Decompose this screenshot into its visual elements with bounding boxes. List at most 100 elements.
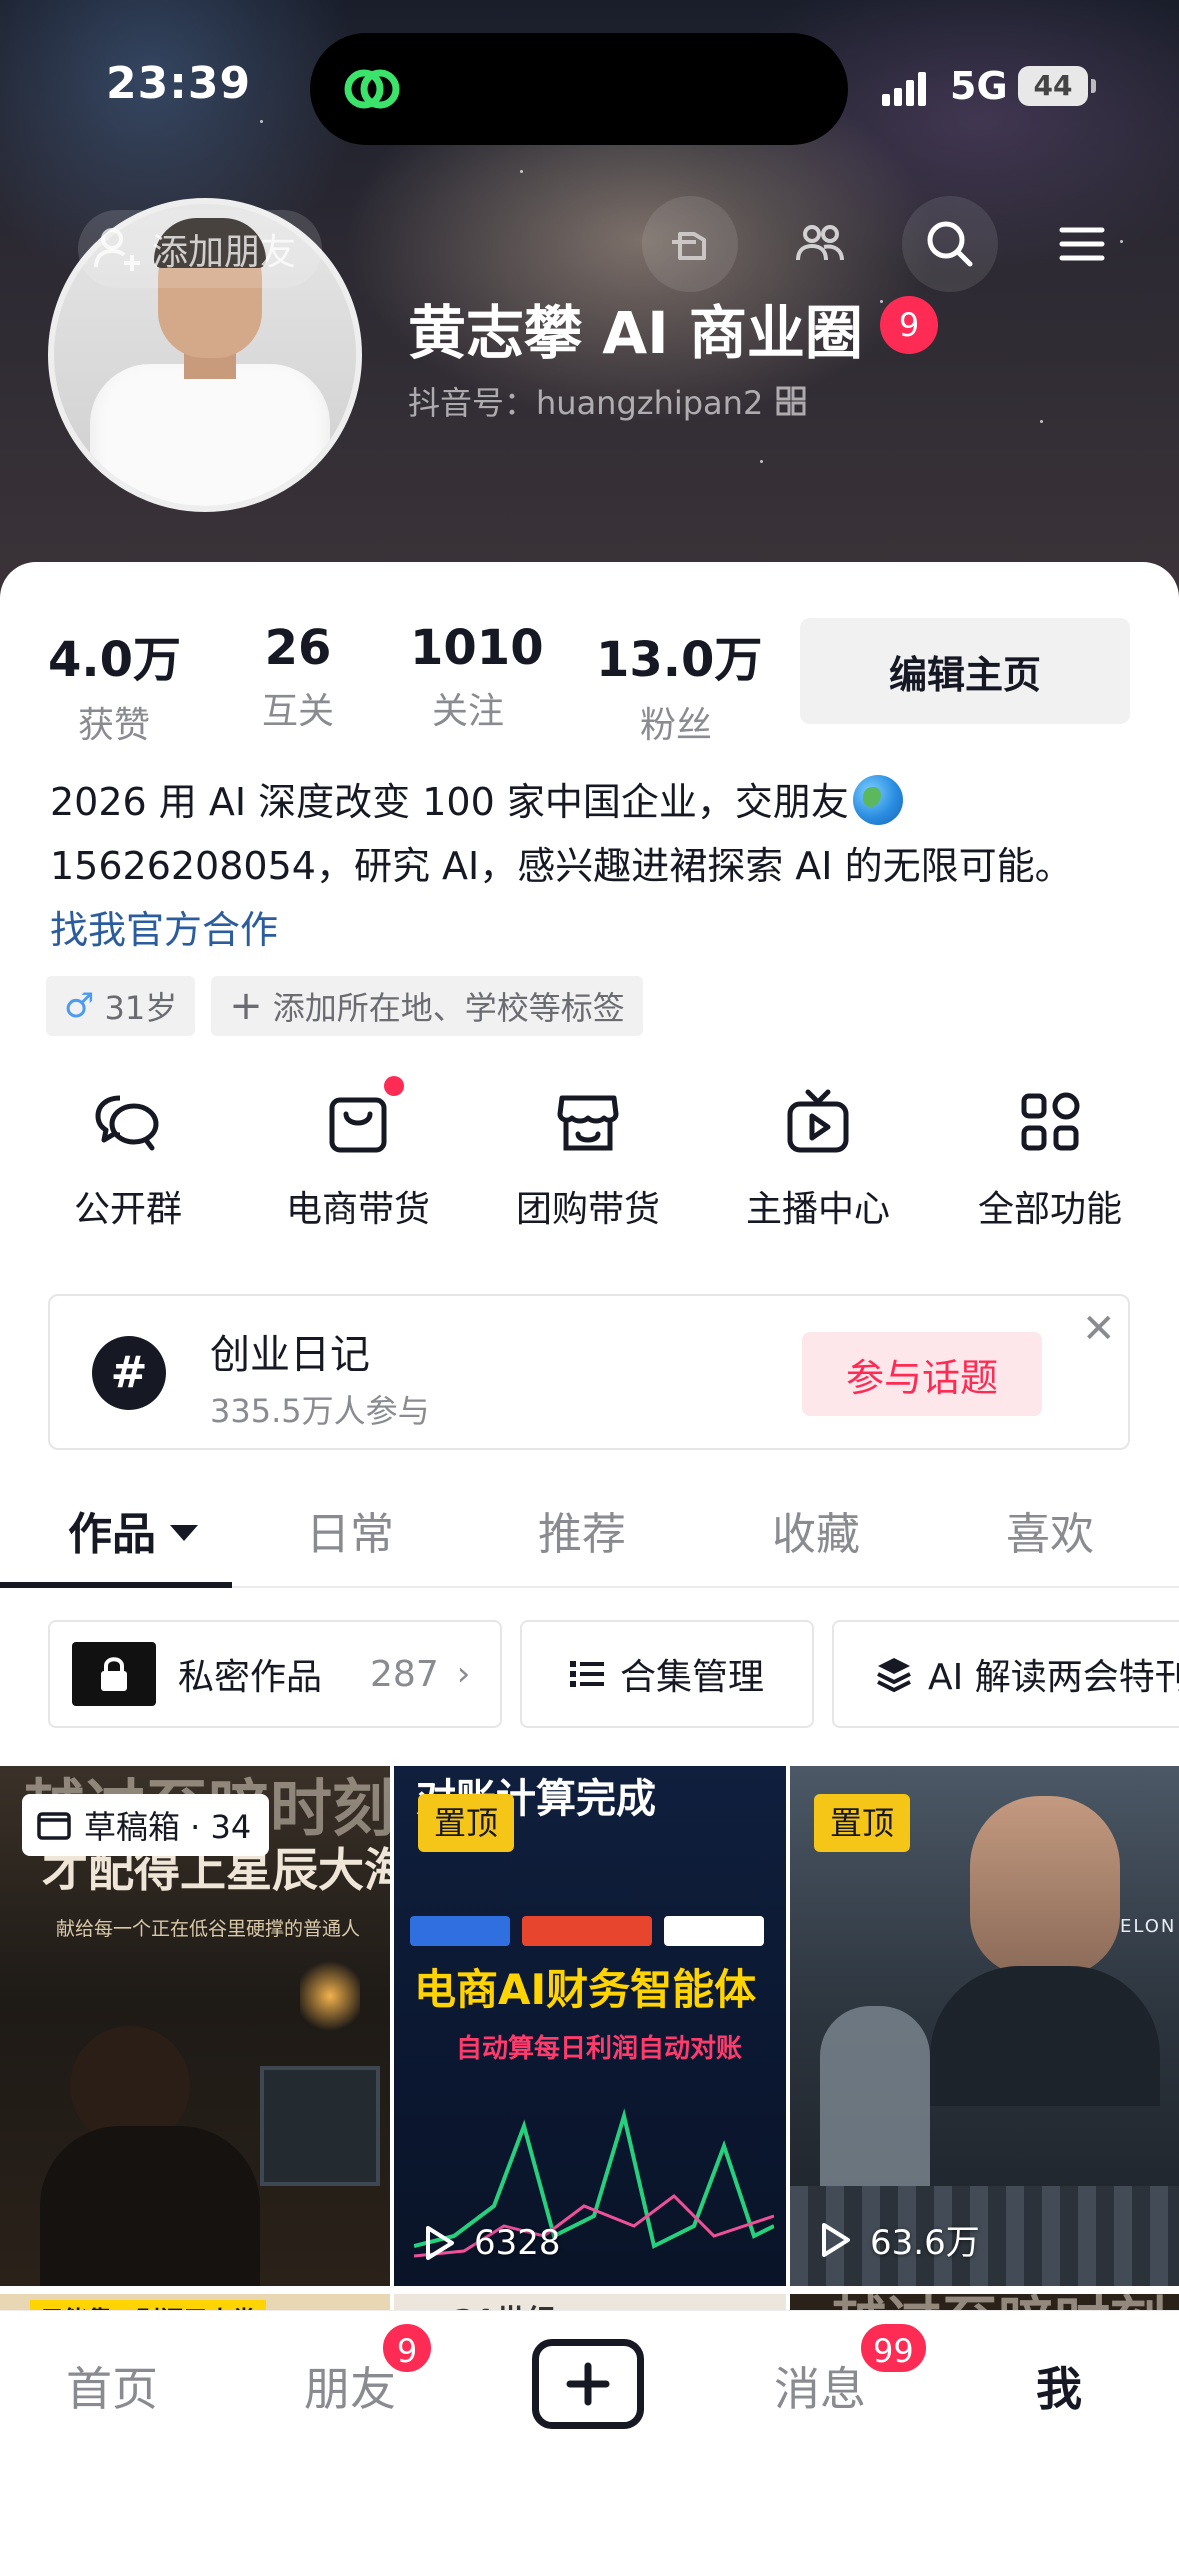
stat-value: 1010 [410, 620, 544, 676]
feature-group-buy[interactable]: 团购带货 [488, 1084, 688, 1232]
pinned-badge: 置顶 [418, 1794, 515, 1852]
topic-title: 创业日记 [210, 1332, 370, 1378]
cover-caption: 献给每一个正在低谷里硬撑的普通人 [56, 1918, 361, 1940]
pinned-badge: 置顶 [814, 1794, 911, 1852]
create-post-button[interactable] [532, 2339, 644, 2429]
feature-label: 公开群 [73, 1189, 182, 1230]
feature-public-group[interactable]: 公开群 [28, 1084, 228, 1232]
bio-line-2: 15626208054，研究 AI，感兴趣进裙探索 AI 的无限可能。 [50, 844, 1073, 888]
add-friend-label: 添加朋友 [152, 232, 297, 273]
signal-icon [882, 70, 926, 106]
add-friend-button[interactable]: 添加朋友 [78, 210, 323, 288]
profile-card: 4.0万 获赞 26 互关 1010 关注 13.0万 粉丝 编辑主页 2026… [0, 562, 1179, 2556]
topic-banner[interactable]: # 创业日记 335.5万人参与 参与话题 ✕ [48, 1294, 1130, 1450]
content-tabs: 作品 日常 推荐 收藏 喜欢 [0, 1482, 1179, 1588]
male-gender-icon: ♂ [64, 986, 95, 1026]
lock-icon [101, 1657, 127, 1691]
ai-special-collection-button[interactable]: AI 解读两会特刊 [832, 1620, 1179, 1728]
bio-line-1: 2026 用 AI 深度改变 100 家中国企业，交朋友 [50, 780, 849, 824]
works-toolbar: 私密作品 287 › 合集管理 AI 解读两会特刊 [0, 1620, 1179, 1730]
feature-all-functions[interactable]: 全部功能 [950, 1084, 1150, 1232]
tab-home[interactable]: 首页 [66, 2353, 158, 2419]
stat-value: 13.0万 [596, 632, 763, 688]
feature-streamer-center[interactable]: 主播中心 [718, 1084, 918, 1232]
stat-label: 互关 [261, 691, 334, 732]
visitor-button[interactable] [642, 196, 738, 292]
tab-recommended[interactable]: 推荐 [538, 1498, 626, 1562]
layers-icon [877, 1658, 911, 1693]
stat-mutual[interactable]: 26 互关 [248, 620, 348, 734]
ai-special-label: AI 解读两会特刊 [928, 1657, 1179, 1698]
play-count-value: 6328 [474, 2223, 561, 2263]
feature-label: 团购带货 [515, 1189, 660, 1230]
private-works-thumbnail [72, 1642, 156, 1706]
age-tag[interactable]: ♂ 31岁 [46, 976, 196, 1036]
list-icon [569, 1661, 604, 1687]
video-thumbnail[interactable]: ELON MUSK 置顶 63.6万 [790, 1766, 1179, 2286]
cover-caption: 自动算每日利润自动对账 [456, 2034, 743, 2064]
search-icon [927, 221, 973, 267]
friends-list-button[interactable] [772, 196, 868, 292]
menu-button[interactable] [1034, 196, 1130, 292]
play-count-value: 63.6万 [870, 2223, 980, 2263]
add-user-icon [94, 228, 140, 271]
cover-title: ELON MUSK [1120, 1916, 1179, 1937]
notification-badge[interactable]: 9 [880, 296, 938, 354]
tab-daily[interactable]: 日常 [306, 1498, 394, 1562]
folder-icon [37, 1812, 71, 1840]
video-thumbnail[interactable]: 越过至暗时刻 才配得上星辰大海 献给每一个正在低谷里硬撑的普通人 草稿箱 · 3… [0, 1766, 390, 2286]
star [520, 170, 523, 173]
chat-bubbles-icon [95, 1095, 159, 1151]
private-works-label: 私密作品 [178, 1657, 323, 1698]
close-icon[interactable]: ✕ [1082, 1306, 1116, 1352]
status-time: 23:39 [106, 58, 252, 109]
age-text: 31岁 [104, 989, 178, 1027]
two-people-icon [796, 225, 844, 261]
add-tag-button[interactable]: + 添加所在地、学校等标签 [211, 976, 643, 1036]
feature-label: 全部功能 [977, 1189, 1122, 1230]
dynamic-island [310, 33, 848, 145]
stat-label: 关注 [431, 691, 504, 732]
play-count: 63.6万 [814, 2215, 980, 2264]
network-type: 5G [950, 64, 1008, 108]
search-button[interactable] [902, 196, 998, 292]
star [760, 460, 763, 463]
tab-messages[interactable]: 消息 [774, 2353, 866, 2419]
stat-value: 26 [264, 620, 332, 676]
stat-following[interactable]: 1010 关注 [410, 620, 544, 734]
official-cooperation-link[interactable]: 找我官方合作 [50, 898, 1150, 962]
chevron-right-icon: › [456, 1654, 471, 1694]
star [880, 300, 883, 303]
tab-works[interactable]: 作品 [68, 1498, 198, 1562]
douyin-id-text: 抖音号：huangzhipan2 [408, 384, 764, 422]
stat-likes[interactable]: 4.0万 获赞 [48, 620, 182, 748]
grid-apps-icon [1021, 1092, 1080, 1151]
stat-label: 粉丝 [639, 705, 712, 746]
battery-icon: 44 [1018, 66, 1088, 106]
feature-ecommerce[interactable]: 电商带货 [258, 1084, 458, 1232]
bottom-tab-bar: 首页 朋友 9 消息 99 我 [0, 2310, 1179, 2556]
globe-emoji-icon [852, 775, 903, 825]
video-grid: 越过至暗时刻 才配得上星辰大海 献给每一个正在低谷里硬撑的普通人 草稿箱 · 3… [0, 1766, 1179, 2354]
tab-me[interactable]: 我 [1036, 2353, 1082, 2419]
edit-profile-button[interactable]: 编辑主页 [800, 618, 1130, 724]
drafts-label[interactable]: 草稿箱 · 34 [22, 1794, 270, 1856]
video-thumbnail[interactable]: 对账计算完成 电商AI财务智能体 自动算每日利润自动对账 置顶 6328 [394, 1766, 786, 2286]
stat-value: 4.0万 [48, 632, 182, 688]
shopping-bag-icon [329, 1097, 387, 1153]
feature-label: 主播中心 [745, 1189, 890, 1230]
douyin-id[interactable]: 抖音号：huangzhipan2 [408, 378, 807, 424]
collection-manage-label: 合集管理 [619, 1657, 764, 1698]
join-topic-button[interactable]: 参与话题 [802, 1332, 1042, 1416]
stat-followers[interactable]: 13.0万 粉丝 [596, 620, 763, 748]
collection-manage-button[interactable]: 合集管理 [520, 1620, 814, 1728]
status-bar: 23:39 5G 44 [0, 0, 1179, 170]
private-works-button[interactable]: 私密作品 287 › [48, 1620, 502, 1728]
tab-friends[interactable]: 朋友 [304, 2353, 396, 2419]
tab-likes[interactable]: 喜欢 [1006, 1498, 1094, 1562]
cover-headline: 电商AI财务智能体 [414, 1965, 757, 2014]
play-icon [822, 2222, 850, 2257]
hashtag-icon: # [92, 1336, 166, 1410]
tab-favorites[interactable]: 收藏 [772, 1498, 860, 1562]
messages-badge: 99 [858, 2321, 929, 2375]
